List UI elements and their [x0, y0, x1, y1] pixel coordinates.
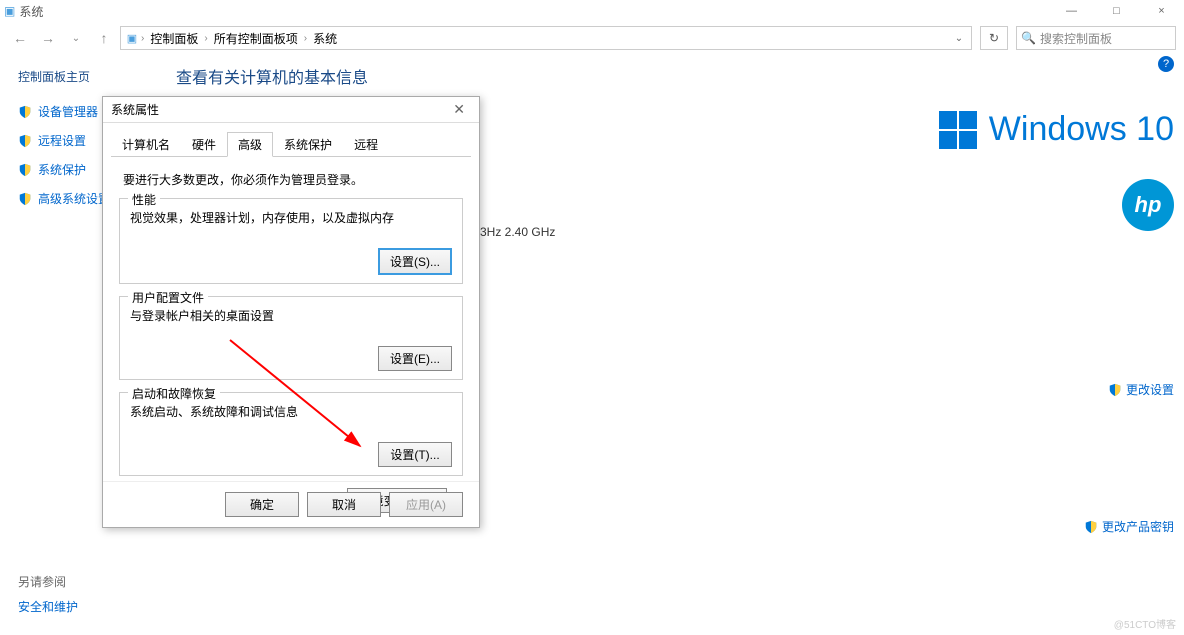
group-title: 性能	[128, 191, 160, 208]
maximize-button[interactable]: □	[1094, 0, 1139, 22]
dialog-close-button[interactable]: ✕	[447, 101, 471, 118]
security-maintenance-link[interactable]: 安全和维护	[18, 598, 78, 615]
group-startup: 启动和故障恢复 系统启动、系统故障和调试信息 设置(T)...	[119, 392, 463, 476]
sidebar-item-label: 远程设置	[38, 132, 86, 149]
apply-button[interactable]: 应用(A)	[389, 492, 463, 517]
shield-icon	[18, 192, 32, 206]
breadcrumb-item[interactable]: 控制面板	[146, 30, 202, 47]
address-icon: ▣	[123, 32, 141, 45]
windows10-text: Windows 10	[989, 110, 1174, 149]
search-input[interactable]: 🔍 搜索控制面板	[1016, 26, 1176, 50]
title-bar: ▣ 系统	[0, 0, 1184, 22]
dropdown-history[interactable]: ⌄	[64, 26, 88, 50]
dialog-body: 要进行大多数更改，你必须作为管理员登录。 性能 视觉效果，处理器计划，内存使用，…	[103, 157, 479, 523]
close-button[interactable]: ×	[1139, 0, 1184, 22]
address-dropdown[interactable]: ⌄	[949, 33, 969, 44]
address-bar[interactable]: ▣ › 控制面板 › 所有控制面板项 › 系统 ⌄	[120, 26, 972, 50]
shield-icon	[1108, 383, 1122, 397]
shield-icon	[1084, 520, 1098, 534]
page-title: 查看有关计算机的基本信息	[176, 64, 1164, 88]
tab-advanced[interactable]: 高级	[227, 132, 273, 157]
up-button[interactable]: ↑	[92, 26, 116, 50]
link-label: 更改产品密钥	[1102, 518, 1174, 535]
group-desc: 与登录帐户相关的桌面设置	[130, 307, 452, 324]
bottom-left-links: 另请参阅 安全和维护	[18, 573, 78, 615]
shield-icon	[18, 105, 32, 119]
change-product-key-link[interactable]: 更改产品密钥	[939, 518, 1174, 535]
minimize-button[interactable]: —	[1049, 0, 1094, 22]
tab-remote[interactable]: 远程	[343, 132, 389, 157]
chevron-right-icon: ›	[304, 33, 307, 44]
refresh-button[interactable]: ↻	[980, 26, 1008, 50]
startup-settings-button[interactable]: 设置(T)...	[378, 442, 452, 467]
see-also-label: 另请参阅	[18, 573, 78, 590]
cpu-info-peek: 3Hz 2.40 GHz	[480, 225, 555, 239]
forward-button[interactable]: →	[36, 26, 60, 50]
tab-row: 计算机名 硬件 高级 系统保护 远程	[111, 131, 471, 157]
link-label: 更改设置	[1126, 381, 1174, 398]
group-title: 用户配置文件	[128, 289, 208, 306]
search-icon: 🔍	[1021, 31, 1036, 45]
tab-hardware[interactable]: 硬件	[181, 132, 227, 157]
sidebar-item-label: 高级系统设置	[38, 190, 110, 207]
dialog-title-bar: 系统属性 ✕	[103, 97, 479, 123]
app-icon: ▣	[4, 4, 15, 18]
window-title: 系统	[19, 3, 43, 20]
watermark: @51CTO博客	[1114, 616, 1176, 631]
change-settings-link[interactable]: 更改设置	[939, 381, 1174, 398]
search-placeholder: 搜索控制面板	[1040, 30, 1112, 47]
sidebar-item-label: 设备管理器	[38, 103, 98, 120]
cancel-button[interactable]: 取消	[307, 492, 381, 517]
system-properties-dialog: 系统属性 ✕ 计算机名 硬件 高级 系统保护 远程 要进行大多数更改，你必须作为…	[102, 96, 480, 528]
group-desc: 系统启动、系统故障和调试信息	[130, 403, 452, 420]
chevron-right-icon: ›	[204, 33, 207, 44]
performance-settings-button[interactable]: 设置(S)...	[378, 248, 452, 275]
dialog-bottom-row: 确定 取消 应用(A)	[103, 481, 479, 527]
sidebar-item-label: 系统保护	[38, 161, 86, 178]
group-desc: 视觉效果，处理器计划，内存使用，以及虚拟内存	[130, 209, 452, 226]
ok-button[interactable]: 确定	[225, 492, 299, 517]
window-controls: — □ ×	[1049, 0, 1184, 22]
breadcrumb: › 控制面板 › 所有控制面板项 › 系统	[141, 30, 341, 47]
nav-bar: ← → ⌄ ↑ ▣ › 控制面板 › 所有控制面板项 › 系统 ⌄ ↻ 🔍 搜索…	[0, 22, 1184, 54]
group-performance: 性能 视觉效果，处理器计划，内存使用，以及虚拟内存 设置(S)...	[119, 198, 463, 284]
chevron-right-icon: ›	[141, 33, 144, 44]
breadcrumb-item[interactable]: 所有控制面板项	[210, 30, 302, 47]
shield-icon	[18, 134, 32, 148]
instruction-text: 要进行大多数更改，你必须作为管理员登录。	[123, 171, 463, 188]
profiles-settings-button[interactable]: 设置(E)...	[378, 346, 452, 371]
windows-icon	[939, 111, 977, 149]
hp-logo: hp	[1122, 179, 1174, 231]
right-panel: Windows 10 hp 更改设置 更改产品密钥	[939, 110, 1174, 535]
group-title: 启动和故障恢复	[128, 385, 220, 402]
tab-system-protection[interactable]: 系统保护	[273, 132, 343, 157]
tab-computer-name[interactable]: 计算机名	[111, 132, 181, 157]
dialog-title: 系统属性	[111, 101, 159, 118]
sidebar-home[interactable]: 控制面板主页	[18, 68, 170, 85]
back-button[interactable]: ←	[8, 26, 32, 50]
windows10-logo: Windows 10	[939, 110, 1174, 149]
breadcrumb-item[interactable]: 系统	[309, 30, 341, 47]
group-profiles: 用户配置文件 与登录帐户相关的桌面设置 设置(E)...	[119, 296, 463, 380]
shield-icon	[18, 163, 32, 177]
